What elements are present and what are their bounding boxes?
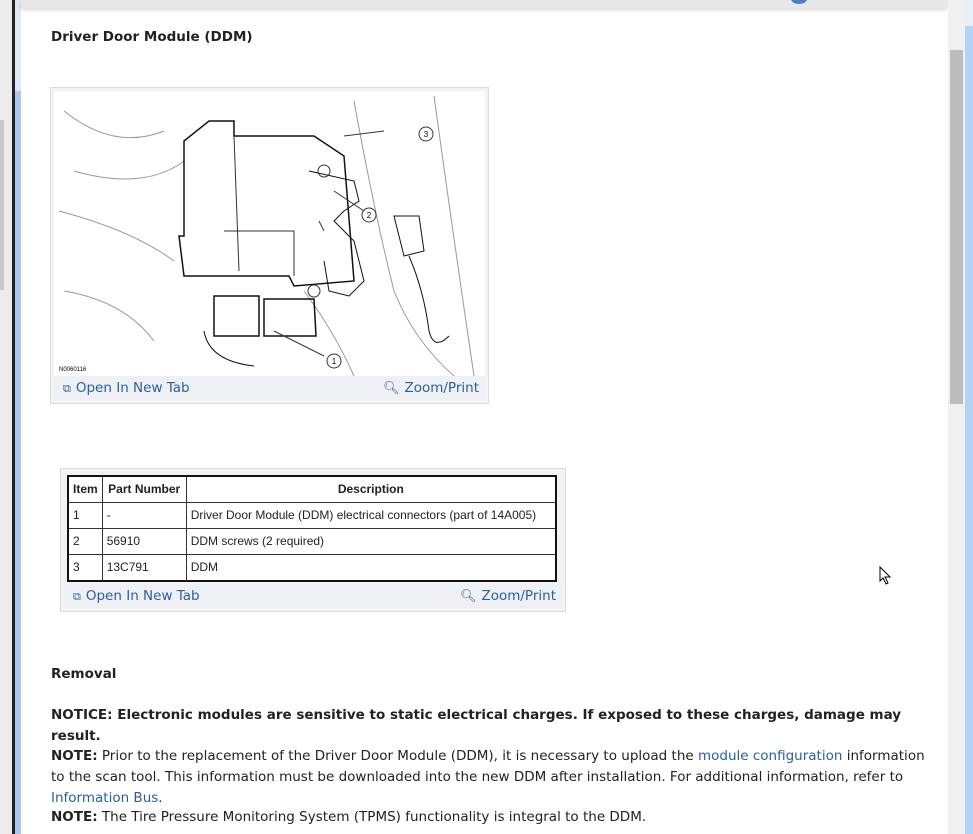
header-icon[interactable] [791,0,807,4]
zoom-in-icon: 🔍︎ [382,380,400,396]
header-bar [21,0,948,8]
section-title: Driver Door Module (DDM) [51,29,253,45]
module-configuration-link[interactable]: module configuration [698,748,842,764]
figure-ddm-illustration: 1 2 3 N0060116 ⧉ Open In New Tab 🔍︎ Zoom/P… [50,87,489,404]
open-in-new-tab-label: Open In New Tab [85,587,200,604]
cell-description: DDM [185,554,557,582]
figure-footer: ⧉ Open In New Tab 🔍︎ Zoom/Print [54,376,485,400]
cell-item: 2 [67,528,103,555]
cell-part-number: 56910 [101,528,187,555]
window-frame-left [15,0,21,834]
window-frame-right [965,0,973,834]
table-row: 1- Driver Door Module (DDM) electrical co… [67,502,557,529]
zoom-in-icon: 🔍︎ [459,588,477,604]
callout-1: 1 [332,357,337,366]
open-in-new-tab-label: Open In New Tab [75,379,190,396]
left-scrollbar-thumb[interactable] [0,120,4,290]
note-module-configuration: NOTE: Prior to the replacement of the Dr… [51,746,931,809]
note-label: NOTE: [51,809,98,825]
note-text: Prior to the replacement of the Driver D… [97,748,698,764]
cell-description: Driver Door Module (DDM) electrical conn… [185,502,557,529]
note-text: The Tire Pressure Monitoring System (TPM… [97,809,647,825]
cell-part-number: - [101,502,187,529]
left-window-background [0,0,12,834]
column-header-part-number: Part Number [101,475,187,503]
callout-2: 2 [367,211,372,220]
scrollbar-thumb[interactable] [950,50,963,404]
column-header-description: Description [185,475,557,503]
figure-parts-table: Item Part Number Description 1- Driver Do… [60,468,566,612]
zoom-print-label: Zoom/Print [404,379,479,396]
zoom-print-link[interactable]: 🔍︎ Zoom/Print [460,586,556,607]
ddm-illustration[interactable]: 1 2 3 N0060116 [54,91,485,376]
table-row: 2 56910 DDM screws (2 required) [67,528,557,555]
note-tpms: NOTE: The Tire Pressure Monitoring Syste… [51,807,931,828]
table-footer: ⧉ Open In New Tab 🔍︎ Zoom/Print [64,584,562,608]
table-header-row: Item Part Number Description [67,475,557,503]
open-in-new-tab-link[interactable]: ⧉ Open In New Tab [63,378,190,399]
callout-3: 3 [424,130,429,139]
note-label: NOTE: [51,748,98,764]
mouse-cursor-icon [879,566,892,585]
table-row: 3 13C791 DDM [67,554,557,582]
cell-part-number: 13C791 [101,554,187,582]
cell-item: 3 [67,554,103,582]
information-bus-link[interactable]: Information Bus [51,790,158,806]
notice-text: NOTICE: Electronic modules are sensitive… [51,707,902,744]
cell-description: DDM screws (2 required) [185,528,557,555]
zoom-print-link[interactable]: 🔍︎ Zoom/Print [383,378,479,399]
column-header-item: Item [67,475,103,503]
figure-code: N0060116 [59,367,87,373]
new-tab-icon: ⧉ [63,381,71,395]
zoom-print-label: Zoom/Print [481,587,556,604]
open-in-new-tab-link[interactable]: ⧉ Open In New Tab [73,586,200,607]
removal-heading: Removal [51,666,117,682]
new-tab-icon: ⧉ [73,589,81,603]
cell-item: 1 [67,502,103,529]
parts-table: Item Part Number Description 1- Driver Do… [67,475,557,582]
note-text: . [158,790,163,806]
